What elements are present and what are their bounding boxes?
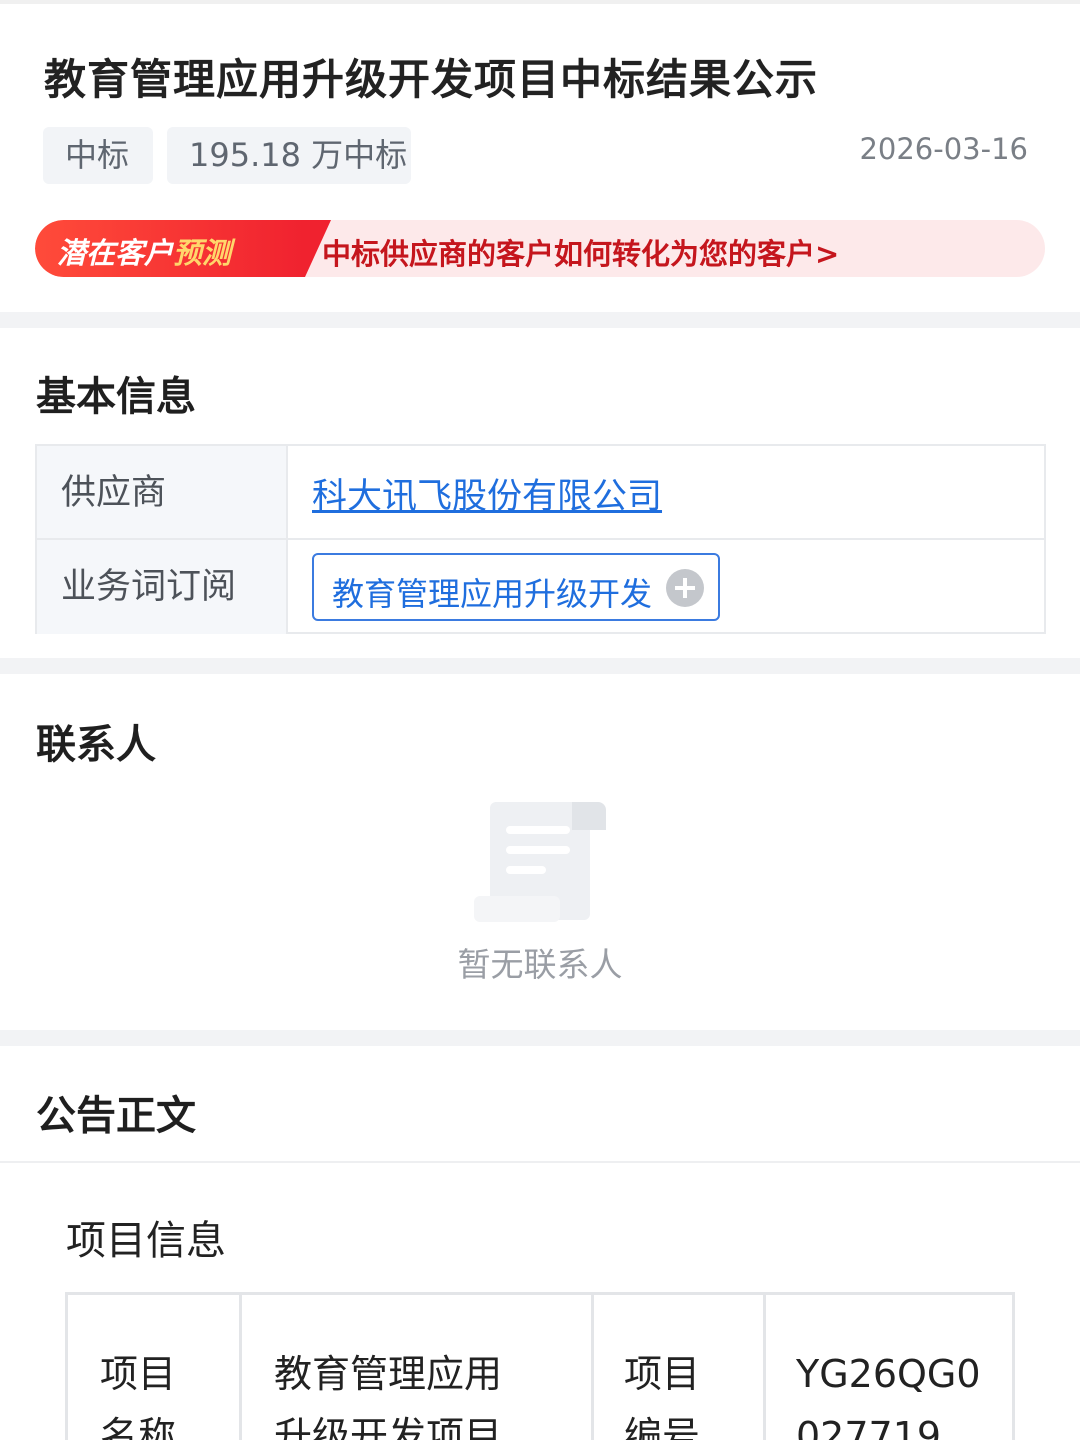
cell-text: YG26QG0 xyxy=(796,1352,981,1396)
empty-document-icon xyxy=(474,802,606,922)
publish-date: 2026-03-16 xyxy=(859,132,1028,166)
banner-badge-text: 潜在客户预测 xyxy=(57,236,232,270)
status-tag: 中标 xyxy=(43,127,153,184)
top-divider xyxy=(0,0,1080,4)
cell-text: 名称 xyxy=(100,1414,177,1440)
contacts-title: 联系人 xyxy=(36,722,156,768)
announcement-title: 公告正文 xyxy=(36,1093,196,1139)
potential-customer-banner[interactable]: 潜在客户预测 中标供应商的客户如何转化为您的客户> xyxy=(35,220,1045,277)
basic-info-table: 供应商 科大讯飞股份有限公司 业务词订阅 教育管理应用升级开发 xyxy=(35,444,1046,634)
banner-link-text[interactable]: 中标供应商的客户如何转化为您的客户> xyxy=(322,231,839,273)
section-gap xyxy=(0,1030,1080,1046)
cell-text: 编号 xyxy=(624,1414,701,1440)
section-gap xyxy=(0,312,1080,328)
table-cell: 项目 名称 xyxy=(68,1295,242,1440)
subscription-label: 业务词订阅 xyxy=(37,540,288,634)
page-title: 教育管理应用升级开发项目中标结果公示 xyxy=(44,55,819,104)
subscribe-keyword-text: 教育管理应用升级开发 xyxy=(332,575,653,613)
subscription-row: 业务词订阅 教育管理应用升级开发 xyxy=(37,540,1044,634)
cell-text: 教育管理应用 xyxy=(274,1352,503,1396)
table-cell: 教育管理应用升级开发项目 xyxy=(242,1295,594,1440)
supplier-row: 供应商 科大讯飞股份有限公司 xyxy=(37,446,1044,540)
supplier-label: 供应商 xyxy=(37,446,288,538)
subscribe-keyword-chip[interactable]: 教育管理应用升级开发 xyxy=(312,553,720,621)
table-cell: 项目 编号 xyxy=(594,1295,766,1440)
cell-text: 项目 xyxy=(100,1352,177,1396)
project-info-heading: 项目信息 xyxy=(66,1218,226,1264)
empty-contacts-text: 暂无联系人 xyxy=(457,945,623,984)
amount-tag: 195.18 万中标 xyxy=(167,127,411,184)
cell-text: 项目 xyxy=(624,1352,701,1396)
supplier-link[interactable]: 科大讯飞股份有限公司 xyxy=(312,468,662,519)
plus-icon[interactable] xyxy=(666,569,704,607)
cell-text: 027719 xyxy=(796,1414,942,1440)
basic-info-title: 基本信息 xyxy=(36,374,196,420)
table-cell: YG26QG0 027719 xyxy=(766,1295,1012,1440)
project-info-table: 项目名称 教育管理应用升级开发项目 项目编号 YG26QG0 027719 xyxy=(65,1292,1015,1440)
section-gap xyxy=(0,658,1080,674)
banner-badge: 潜在客户预测 xyxy=(35,220,331,277)
cell-text: 升级开发项目 xyxy=(274,1414,503,1440)
announcement-divider xyxy=(0,1161,1080,1163)
